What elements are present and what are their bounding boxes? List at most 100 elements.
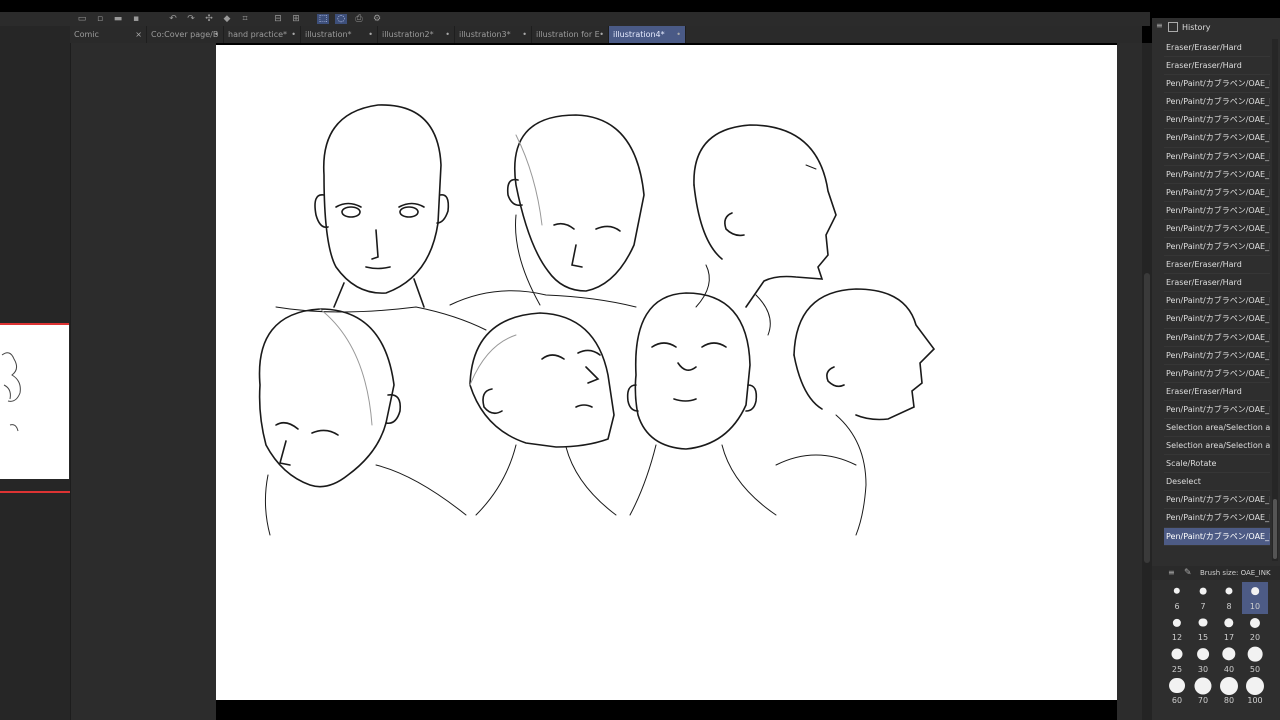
history-item[interactable]: Pen/Paint/カブラペン/OAE_IN	[1164, 491, 1270, 510]
tab-comic[interactable]: Comic ×	[70, 26, 147, 43]
drawing-canvas[interactable]	[216, 45, 1117, 700]
brush-size-option[interactable]: 80	[1216, 676, 1242, 709]
tab-illustration3[interactable]: illustration3* •	[455, 26, 532, 43]
history-item[interactable]: Eraser/Eraser/Hard	[1164, 256, 1270, 275]
crop-icon[interactable]: ⌗	[239, 14, 251, 24]
history-item[interactable]: Pen/Paint/カブラペン/OAE_IN	[1164, 292, 1270, 311]
history-item[interactable]: Pen/Paint/カブラペン/OAE_IN	[1164, 509, 1270, 528]
history-item[interactable]: Selection area/Selection area/Lasso	[1164, 419, 1270, 438]
brush-size-option[interactable]: 8	[1216, 582, 1242, 614]
unsaved-dot-icon[interactable]: •	[368, 26, 373, 43]
scrollbar-thumb[interactable]	[1144, 273, 1150, 563]
brush-size-option[interactable]: 25	[1164, 645, 1190, 677]
history-item[interactable]: Pen/Paint/カブラペン/OAE_IN	[1164, 202, 1270, 220]
lasso-icon[interactable]: ◌	[335, 14, 347, 24]
sketch-head-up-three-quarter	[469, 312, 617, 516]
unsaved-dot-icon[interactable]: •	[214, 26, 219, 43]
brush-size-label: 40	[1223, 664, 1235, 674]
document-tabs: Comic × Co:Cover page/B • hand practice* • …	[70, 26, 1142, 43]
brush-size-option[interactable]: 70	[1190, 676, 1216, 709]
redo-icon[interactable]: ↷	[185, 14, 197, 24]
settings-icon[interactable]: ⚙	[371, 14, 383, 24]
brush-size-label: 60	[1171, 696, 1183, 705]
history-item[interactable]: Pen/Paint/カブラペン/OAE_IN	[1164, 365, 1270, 383]
brush-size-option[interactable]: 12	[1164, 614, 1190, 646]
transform-icon[interactable]: ✣	[203, 14, 215, 24]
brush-dot-icon	[1249, 617, 1261, 628]
tab-illustration2[interactable]: illustration2* •	[378, 26, 455, 43]
fill-icon[interactable]: ◆	[221, 14, 233, 24]
tab-illustration-for-e[interactable]: illustration for E •	[532, 26, 609, 43]
history-item[interactable]: Pen/Paint/カブラペン/OAE_IN	[1164, 527, 1270, 546]
brush-size-option[interactable]: 6	[1164, 582, 1190, 614]
unsaved-dot-icon[interactable]: •	[522, 26, 527, 43]
brush-dot-icon	[1225, 587, 1233, 595]
history-item[interactable]: Selection area/Selection area/Lasso	[1164, 437, 1270, 456]
undo-icon[interactable]: ↶	[167, 14, 179, 24]
brush-dot-icon	[1222, 647, 1236, 661]
history-scrollbar[interactable]	[1272, 39, 1278, 561]
brush-size-label: 25	[1171, 664, 1183, 674]
history-item[interactable]: Eraser/Eraser/Hard	[1164, 39, 1270, 58]
brush-size-option[interactable]: 10	[1242, 582, 1268, 614]
grid-icon[interactable]: ⊞	[290, 14, 302, 24]
brush-dot-icon	[1246, 676, 1264, 695]
history-item[interactable]: Eraser/Eraser/Hard	[1164, 274, 1270, 293]
brush-size-option[interactable]: 15	[1190, 614, 1216, 646]
history-item[interactable]: Eraser/Eraser/Hard	[1164, 57, 1270, 76]
brush-size-option[interactable]: 50	[1242, 645, 1268, 677]
unsaved-dot-icon[interactable]: •	[445, 26, 450, 43]
unsaved-dot-icon[interactable]: •	[676, 26, 681, 43]
select-icon[interactable]: ⬚	[317, 14, 329, 24]
history-item[interactable]: Pen/Paint/カブラペン/OAE_IN	[1164, 401, 1270, 419]
history-item[interactable]: Eraser/Eraser/Hard	[1164, 383, 1270, 401]
new-icon[interactable]: ▫	[94, 14, 106, 24]
save-icon[interactable]: ▪	[130, 14, 142, 24]
unsaved-dot-icon[interactable]: •	[291, 26, 296, 43]
brush-size-label: 17	[1223, 633, 1235, 642]
tab-label: illustration*	[305, 30, 352, 39]
brush-size-option[interactable]: 60	[1164, 677, 1190, 709]
history-item[interactable]: Scale/Rotate	[1164, 455, 1270, 474]
ruler-icon[interactable]: ⊟	[272, 14, 284, 24]
panel-menu-icon[interactable]: ≡	[1156, 22, 1163, 30]
history-item[interactable]: Pen/Paint/カブラペン/OAE_IN	[1164, 111, 1270, 130]
history-item[interactable]: Pen/Paint/カブラペン/OAE_IN	[1164, 238, 1270, 257]
open-icon[interactable]: ▬	[112, 14, 124, 24]
history-item[interactable]: Pen/Paint/カブラペン/OAE_IN	[1164, 220, 1270, 239]
print-icon[interactable]: ⎙	[353, 14, 365, 24]
history-item[interactable]: Deselect	[1164, 473, 1270, 492]
history-item[interactable]: Pen/Paint/カブラペン/OAE_IN	[1164, 129, 1270, 148]
history-item[interactable]: Pen/Paint/カブラペン/OAE_IN	[1164, 347, 1270, 365]
canvas-vertical-scrollbar[interactable]	[1142, 43, 1152, 720]
window-icon[interactable]: ▭	[76, 14, 88, 24]
brush-size-option[interactable]: 17	[1216, 614, 1242, 646]
tabs-left-spacer	[0, 26, 70, 43]
history-item[interactable]: Pen/Paint/カブラペン/OAE_IN	[1164, 166, 1270, 184]
brush-size-option[interactable]: 100	[1242, 676, 1268, 709]
sketch-head-tilt	[258, 308, 467, 536]
tab-label: illustration4*	[613, 30, 665, 39]
tab-cover-page[interactable]: Co:Cover page/B •	[147, 26, 224, 43]
panel-menu-icon[interactable]: ≡	[1168, 566, 1175, 580]
history-item[interactable]: Pen/Paint/カブラペン/OAE_IN	[1164, 93, 1270, 112]
tab-illustration[interactable]: illustration* •	[301, 26, 378, 43]
history-item[interactable]: Pen/Paint/カブラペン/OAE_IN	[1164, 329, 1270, 347]
tab-hand-practice[interactable]: hand practice* •	[224, 26, 301, 43]
scrollbar-thumb[interactable]	[1273, 499, 1277, 559]
history-item[interactable]: Pen/Paint/カブラペン/OAE_IN	[1164, 148, 1270, 166]
brush-size-option[interactable]: 40	[1216, 645, 1242, 677]
brush-size-option[interactable]: 30	[1190, 645, 1216, 677]
brush-size-option[interactable]: 7	[1190, 582, 1216, 614]
brush-size-option[interactable]: 20	[1242, 614, 1268, 646]
brush-size-label: 80	[1223, 696, 1235, 705]
history-item[interactable]: Pen/Paint/カブラペン/OAE_IN	[1164, 310, 1270, 329]
history-item[interactable]: Pen/Paint/カブラペン/OAE_IN	[1164, 75, 1270, 94]
unsaved-dot-icon[interactable]: •	[599, 26, 604, 43]
brush-dot-icon	[1198, 618, 1208, 627]
command-bar: ▭ ▫ ▬ ▪ ↶ ↷ ✣ ◆ ⌗ ⊟ ⊞ ⬚ ◌ ⎙ ⚙	[0, 12, 1150, 26]
navigator-preview[interactable]	[0, 323, 69, 479]
history-item[interactable]: Pen/Paint/カブラペン/OAE_IN	[1164, 184, 1270, 202]
tab-illustration4[interactable]: illustration4* •	[609, 26, 686, 43]
close-icon[interactable]: ×	[135, 26, 142, 43]
